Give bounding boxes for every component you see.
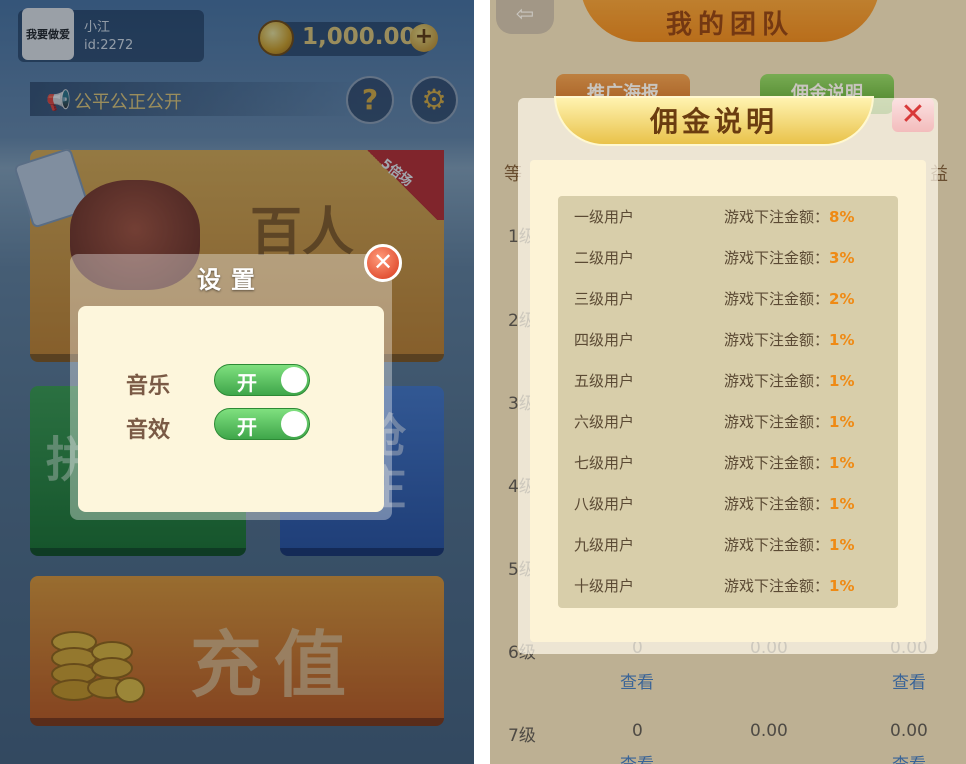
settings-dialog-title: 设置 <box>197 266 265 294</box>
commission-label: 游戏下注金额： <box>724 331 830 349</box>
commission-desc: 游戏下注金额：1% <box>724 534 894 555</box>
sound-toggle[interactable]: 开 <box>214 408 310 440</box>
my-team-screen: 我的团队 ⇦ 推广海报 佣金说明 等 益 1级 2级 3级 4级 5级 6级 0… <box>490 0 966 764</box>
commission-level: 一级用户 <box>574 208 635 226</box>
commission-label: 游戏下注金额： <box>724 208 830 226</box>
commission-row: 六级用户 游戏下注金额：1% <box>558 401 898 442</box>
toggle-knob <box>281 367 307 393</box>
commission-pct: 1% <box>829 331 855 349</box>
close-icon: ✕ <box>900 97 926 132</box>
commission-label: 游戏下注金额： <box>724 454 830 472</box>
commission-level: 二级用户 <box>574 249 635 267</box>
settings-close-button[interactable]: ✕ <box>364 244 402 282</box>
commission-level: 五级用户 <box>574 372 635 390</box>
commission-row: 一级用户 游戏下注金额：8% <box>558 196 898 237</box>
commission-desc: 游戏下注金额：1% <box>724 329 894 350</box>
commission-pct: 1% <box>829 536 855 554</box>
commission-level: 六级用户 <box>574 413 635 431</box>
commission-level: 九级用户 <box>574 536 635 554</box>
commission-desc: 游戏下注金额：1% <box>724 411 894 432</box>
music-label: 音乐 <box>126 374 171 399</box>
settings-dialog-body: 音乐 开 音效 开 <box>78 306 384 512</box>
commission-label: 游戏下注金额： <box>724 577 830 595</box>
commission-level: 十级用户 <box>574 577 635 595</box>
music-toggle[interactable]: 开 <box>214 364 310 396</box>
commission-label: 游戏下注金额： <box>724 495 830 513</box>
sound-label: 音效 <box>126 418 171 443</box>
commission-level: 四级用户 <box>574 331 635 349</box>
commission-row: 四级用户 游戏下注金额：1% <box>558 319 898 360</box>
close-icon: ✕ <box>372 248 394 276</box>
commission-dialog: 一级用户 游戏下注金额：8% 二级用户 游戏下注金额：3% 三级用户 游戏下注金… <box>518 98 938 654</box>
commission-level: 三级用户 <box>574 290 635 308</box>
music-toggle-state: 开 <box>237 371 257 395</box>
commission-pct: 1% <box>829 372 855 390</box>
commission-pct: 3% <box>829 249 855 267</box>
game-lobby-screen: 我要做爱 小江 id:2272 1,000.00 + 📢 公平公正公开 ? ⚙ … <box>0 0 474 764</box>
commission-desc: 游戏下注金额：1% <box>724 370 894 391</box>
commission-row: 七级用户 游戏下注金额：1% <box>558 442 898 483</box>
settings-dialog: 设置 音乐 开 音效 开 <box>70 254 392 520</box>
commission-label: 游戏下注金额： <box>724 413 830 431</box>
commission-pct: 1% <box>829 495 855 513</box>
commission-desc: 游戏下注金额：1% <box>724 452 894 473</box>
commission-table: 一级用户 游戏下注金额：8% 二级用户 游戏下注金额：3% 三级用户 游戏下注金… <box>558 196 898 608</box>
commission-dialog-title: 佣金说明 <box>649 105 778 138</box>
commission-row: 八级用户 游戏下注金额：1% <box>558 483 898 524</box>
commission-row: 五级用户 游戏下注金额：1% <box>558 360 898 401</box>
commission-desc: 游戏下注金额：2% <box>724 288 894 309</box>
commission-pct: 1% <box>829 413 855 431</box>
commission-pct: 8% <box>829 208 855 226</box>
commission-pct: 2% <box>829 290 855 308</box>
commission-desc: 游戏下注金额：3% <box>724 247 894 268</box>
sound-toggle-state: 开 <box>237 415 257 439</box>
commission-row: 十级用户 游戏下注金额：1% <box>558 565 898 606</box>
commission-row: 二级用户 游戏下注金额：3% <box>558 237 898 278</box>
commission-row: 九级用户 游戏下注金额：1% <box>558 524 898 565</box>
commission-pct: 1% <box>829 577 855 595</box>
commission-level: 七级用户 <box>574 454 635 472</box>
commission-label: 游戏下注金额： <box>724 536 830 554</box>
commission-desc: 游戏下注金额：1% <box>724 493 894 514</box>
commission-level: 八级用户 <box>574 495 635 513</box>
commission-close-button[interactable]: ✕ <box>892 98 934 132</box>
commission-desc: 游戏下注金额：1% <box>724 575 894 596</box>
commission-desc: 游戏下注金额：8% <box>724 206 894 227</box>
commission-label: 游戏下注金额： <box>724 249 830 267</box>
commission-dialog-body: 一级用户 游戏下注金额：8% 二级用户 游戏下注金额：3% 三级用户 游戏下注金… <box>530 160 926 642</box>
commission-pct: 1% <box>829 454 855 472</box>
commission-label: 游戏下注金额： <box>724 372 830 390</box>
commission-label: 游戏下注金额： <box>724 290 830 308</box>
commission-row: 三级用户 游戏下注金额：2% <box>558 278 898 319</box>
toggle-knob <box>281 411 307 437</box>
